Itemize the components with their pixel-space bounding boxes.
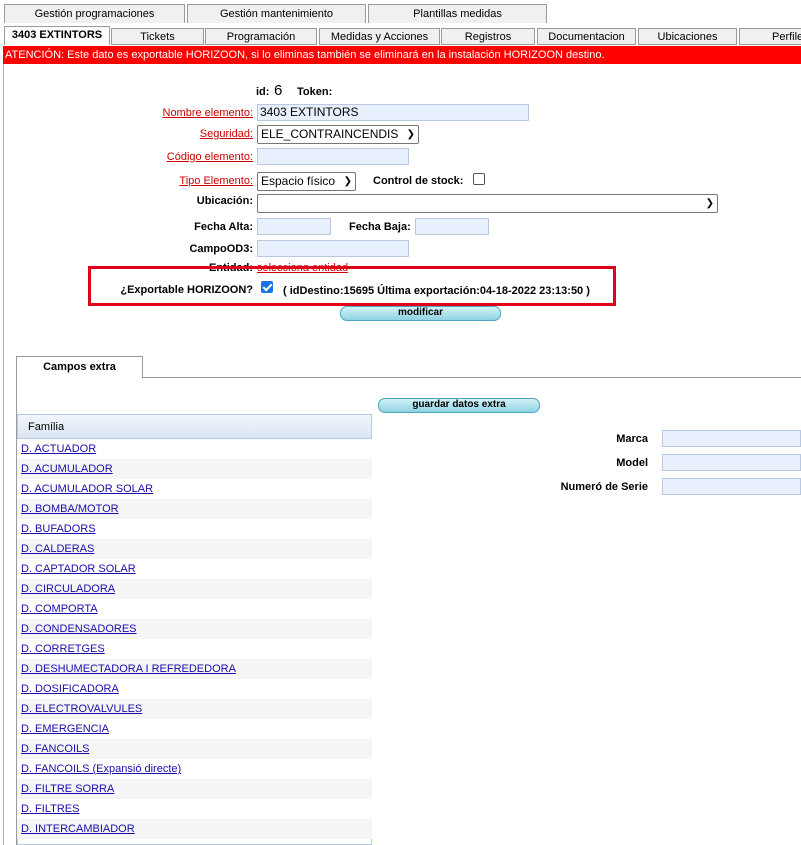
familia-link[interactable]: D. BUFADORS xyxy=(21,523,96,535)
seguridad-value: ELE_CONTRAINCENDIS xyxy=(261,127,399,141)
familia-link[interactable]: D. COMPORTA xyxy=(21,603,98,615)
familia-link[interactable]: D. DOSIFICADORA xyxy=(21,683,119,695)
familia-link[interactable]: D. CAPTADOR SOLAR xyxy=(21,563,136,575)
chevron-down-icon: ❯ xyxy=(705,198,714,209)
id-value: 6 xyxy=(274,82,283,99)
familia-link[interactable]: D. INTERCAMBIADOR xyxy=(21,823,135,835)
familia-link[interactable]: D. CORRETGES xyxy=(21,643,105,655)
familia-link[interactable]: D. DESHUMECTADORA I REFREDEDORA xyxy=(21,663,236,675)
familia-link[interactable]: D. CIRCULADORA xyxy=(21,583,115,595)
tab-documentacion[interactable]: Documentacion xyxy=(537,28,636,45)
left-border xyxy=(3,64,4,845)
familia-link[interactable]: D. ACUMULADOR SOLAR xyxy=(21,483,153,495)
familia-link[interactable]: D. FANCOILS (Expansió directe) xyxy=(21,763,181,775)
extra-field-label: Marca xyxy=(616,433,648,445)
familia-link[interactable]: D. BOMBA/MOTOR xyxy=(21,503,119,515)
tab-registros[interactable]: Registros xyxy=(441,28,535,45)
extra-field-input[interactable] xyxy=(662,478,801,495)
tab-campos-extra[interactable]: Campos extra xyxy=(16,356,143,378)
codigo-input[interactable] xyxy=(257,148,409,165)
token-label: Token: xyxy=(297,86,333,98)
tab-perfiles[interactable]: Perfile xyxy=(739,28,801,45)
fecha-baja-input[interactable] xyxy=(415,218,489,235)
tab-ubicaciones[interactable]: Ubicaciones xyxy=(638,28,737,45)
fecha-alta-input[interactable] xyxy=(257,218,331,235)
tab-plantillas-medidas[interactable]: Plantillas medidas xyxy=(368,4,547,23)
familia-header: Família xyxy=(18,415,371,439)
tipo-label: Tipo Elemento: xyxy=(179,175,253,187)
id-label: id: xyxy=(256,86,270,98)
stock-checkbox[interactable] xyxy=(473,173,485,185)
familia-link[interactable]: D. FILTRE SORRA xyxy=(21,783,114,795)
familia-link[interactable]: D. CALDERAS xyxy=(21,543,94,555)
familia-link[interactable]: D. ELECTROVALVULES xyxy=(21,703,142,715)
familia-link[interactable]: D. CONDENSADORES xyxy=(21,623,137,635)
guardar-button[interactable]: guardar datos extra xyxy=(378,398,540,413)
tab-element[interactable]: 3403 EXTINTORS xyxy=(4,26,110,45)
tab-programacion[interactable]: Programación xyxy=(205,28,317,45)
tab-medidas-acciones[interactable]: Medidas y Acciones xyxy=(319,28,440,45)
nombre-label: Nombre elemento: xyxy=(162,107,254,119)
ubicacion-label: Ubicación: xyxy=(196,195,253,207)
familia-link[interactable]: D. FANCOILS xyxy=(21,743,89,755)
tab-tickets[interactable]: Tickets xyxy=(111,28,204,45)
familia-link[interactable]: D. ACUMULADOR xyxy=(21,463,113,475)
extra-field-label: Numeró de Serie xyxy=(560,481,648,493)
familia-link[interactable]: D. ACTUADOR xyxy=(21,443,96,455)
seguridad-select[interactable]: ELE_CONTRAINCENDIS ❯ xyxy=(257,125,419,144)
extra-field-input[interactable] xyxy=(662,430,801,447)
seguridad-label: Seguridad: xyxy=(199,128,253,140)
tab-gestion-mantenimiento[interactable]: Gestión mantenimiento xyxy=(187,4,366,23)
chevron-down-icon: ❯ xyxy=(343,176,352,187)
tipo-value: Espacio físico xyxy=(261,174,336,188)
tab-gestion-programaciones[interactable]: Gestión programaciones xyxy=(4,4,185,23)
extra-field-label: Model xyxy=(616,457,648,469)
nombre-input[interactable]: 3403 EXTINTORS xyxy=(257,104,529,121)
campo-label: CampoOD3: xyxy=(189,243,253,255)
familia-link[interactable]: D. FILTRES xyxy=(21,803,79,815)
familia-link[interactable]: D. EMERGENCIA xyxy=(21,723,109,735)
fecha-baja-label: Fecha Baja: xyxy=(349,221,411,233)
ubicacion-select[interactable]: ❯ xyxy=(257,194,718,213)
modificar-button[interactable]: modificar xyxy=(340,306,501,321)
campo-input[interactable] xyxy=(257,240,409,257)
codigo-label: Código elemento: xyxy=(166,151,253,163)
fecha-alta-label: Fecha Alta: xyxy=(194,221,253,233)
highlight-box xyxy=(88,266,616,306)
stock-label: Control de stock: xyxy=(373,175,464,187)
warning-banner: ATENCIÓN: Este dato es exportable HORIZO… xyxy=(3,46,801,64)
chevron-down-icon: ❯ xyxy=(406,129,415,140)
extra-field-input[interactable] xyxy=(662,454,801,471)
tipo-select[interactable]: Espacio físico ❯ xyxy=(257,172,356,191)
